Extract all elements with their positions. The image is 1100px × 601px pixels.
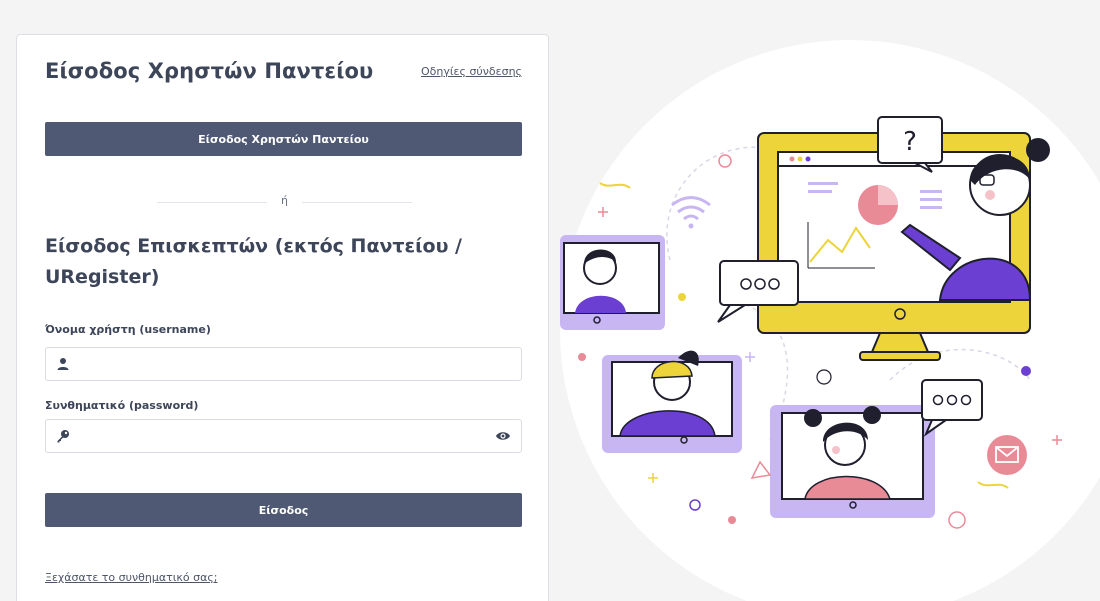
decorative-dot [728, 516, 736, 524]
password-input[interactable] [80, 422, 484, 452]
username-field-wrapper [45, 347, 522, 381]
guest-login-title: Είσοδος Επισκεπτών (εκτός Παντείου / URe… [45, 235, 462, 288]
decorative-dot [1021, 366, 1031, 376]
divider-line-right [302, 202, 412, 203]
video-tile-girl [770, 405, 935, 518]
username-label: Όνομα χρήστη (username) [45, 323, 211, 336]
decorative-dot [578, 353, 586, 361]
question-mark-icon: ? [903, 127, 917, 157]
password-field-wrapper [45, 419, 522, 453]
video-tile-boy [560, 235, 665, 330]
divider-text: ή [281, 194, 288, 207]
mail-icon [987, 435, 1027, 475]
login-card: Είσοδος Χρηστών Παντείου Οδηγίες σύνδεση… [16, 34, 549, 601]
sso-login-button[interactable]: Είσοδος Χρηστών Παντείου [45, 122, 522, 156]
card-title: Είσοδος Χρηστών Παντείου [45, 59, 374, 83]
decorative-dot [678, 293, 686, 301]
login-page: Είσοδος Χρηστών Παντείου Οδηγίες σύνδεση… [0, 0, 1100, 601]
eye-icon[interactable] [495, 429, 511, 443]
or-divider: ή [157, 193, 412, 213]
online-meeting-illustration: ? [560, 40, 1100, 601]
key-icon [57, 430, 69, 443]
user-icon [57, 358, 69, 370]
login-button[interactable]: Είσοδος [45, 493, 522, 527]
password-label: Συνθηματικό (password) [45, 399, 199, 412]
forgot-password-link[interactable]: Ξεχάσατε το συνθηματικό σας; [45, 571, 218, 584]
video-tile-boy-hat [602, 350, 742, 453]
username-input[interactable] [80, 350, 484, 380]
question-bubble: ? [877, 116, 943, 173]
login-help-link[interactable]: Οδηγίες σύνδεσης [421, 65, 522, 78]
